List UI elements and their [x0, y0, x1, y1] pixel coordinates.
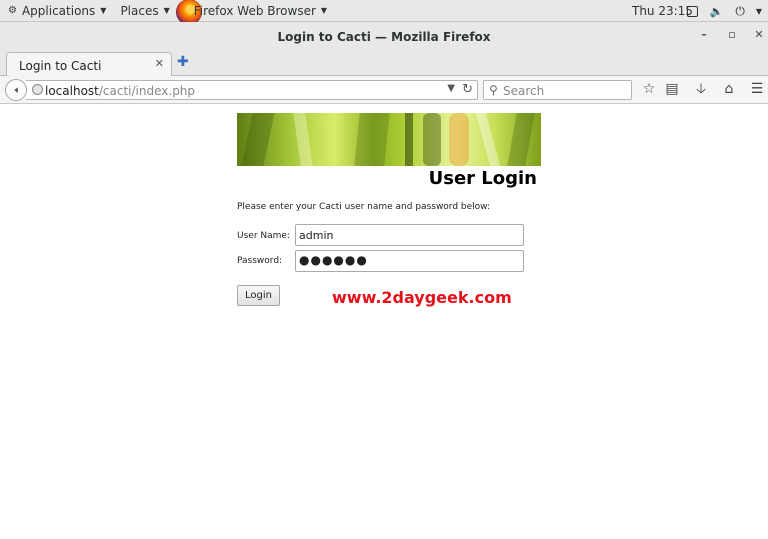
- url-bar[interactable]: localhost/cacti/index.php ▼ ↻: [26, 80, 478, 100]
- bookmark-star-icon[interactable]: ☆: [640, 80, 658, 98]
- applications-menu[interactable]: ⚙ Applications ▼: [4, 0, 110, 22]
- maximize-button[interactable]: ▫: [726, 28, 738, 41]
- places-menu[interactable]: Places ▼: [116, 0, 173, 22]
- reload-icon[interactable]: ↻: [462, 82, 473, 97]
- tab-login-to-cacti[interactable]: Login to Cacti ✕: [6, 52, 172, 77]
- chevron-down-icon: ▼: [100, 6, 107, 15]
- password-field[interactable]: ●●●●●●: [295, 250, 524, 272]
- url-path: /cacti/index.php: [98, 84, 196, 98]
- applications-label: Applications: [21, 3, 96, 18]
- cacti-banner-image: [237, 113, 541, 166]
- system-tray[interactable]: 🔈 ⏻ ▼: [686, 0, 768, 22]
- chevron-down-icon: ▼: [320, 6, 328, 15]
- login-button[interactable]: Login: [237, 285, 280, 306]
- app-menu-label: Firefox Web Browser: [193, 3, 316, 18]
- minimize-button[interactable]: –: [698, 28, 710, 41]
- back-arrow-icon: 🢐: [13, 83, 19, 97]
- navigation-bar: localhost/cacti/index.php ▼ ↻ 🢐 ⚲ Search…: [0, 76, 768, 104]
- tab-strip: Login to Cacti ✕ ✚: [0, 49, 768, 77]
- window-title-bar: Login to Cacti — Mozilla Firefox – ▫ ✕: [0, 22, 768, 49]
- chevron-down-icon: ▼: [755, 6, 762, 16]
- clock[interactable]: Thu 23:15: [632, 0, 693, 22]
- new-tab-button[interactable]: ✚: [177, 54, 189, 70]
- search-input[interactable]: ⚲ Search: [483, 80, 632, 100]
- username-field[interactable]: admin: [295, 224, 524, 246]
- globe-icon: [32, 84, 43, 95]
- search-placeholder: Search: [503, 84, 545, 98]
- app-menu[interactable]: Firefox Web Browser ▼: [175, 0, 331, 25]
- url-text: localhost/cacti/index.php: [45, 84, 195, 98]
- watermark-text: www.2daygeek.com: [332, 288, 512, 307]
- chevron-down-icon: ▼: [163, 6, 170, 15]
- login-instructions: Please enter your Cacti user name and pa…: [237, 202, 491, 212]
- tab-label: Login to Cacti: [19, 59, 102, 73]
- search-icon: ⚲: [489, 83, 498, 97]
- password-label: Password:: [237, 256, 283, 266]
- hamburger-menu-icon[interactable]: ☰: [748, 80, 766, 98]
- close-button[interactable]: ✕: [753, 28, 765, 41]
- download-icon[interactable]: 🡣: [692, 80, 710, 98]
- url-dropdown-icon[interactable]: ▼: [447, 83, 455, 94]
- bookmarks-list-icon[interactable]: ▤: [663, 80, 681, 98]
- window-title: Login to Cacti — Mozilla Firefox: [277, 30, 491, 44]
- close-tab-icon[interactable]: ✕: [155, 57, 164, 70]
- back-button[interactable]: 🢐: [5, 79, 27, 101]
- top-bar: ⚙ Applications ▼ Places ▼ Firefox Web Br…: [0, 0, 768, 25]
- username-label: User Name:: [237, 231, 290, 241]
- home-icon[interactable]: ⌂: [720, 80, 738, 98]
- page-title: User Login: [428, 168, 537, 189]
- applications-icon: ⚙: [8, 5, 17, 16]
- window-icon: [686, 5, 698, 17]
- url-host: localhost: [45, 84, 99, 98]
- power-icon: ⏻: [735, 3, 745, 18]
- volume-icon: 🔈: [709, 4, 724, 18]
- places-label: Places: [120, 3, 159, 18]
